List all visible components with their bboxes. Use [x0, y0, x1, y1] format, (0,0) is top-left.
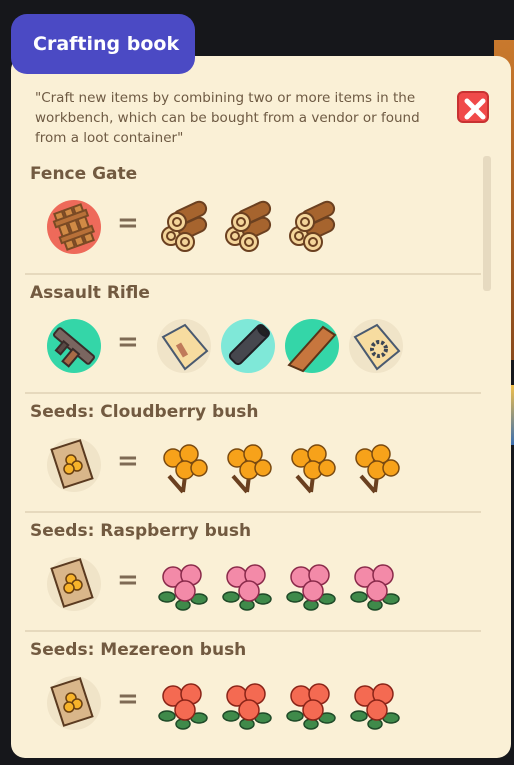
seed-packet-icon	[45, 555, 103, 613]
cloudberry-icon	[219, 436, 277, 494]
mezereon-icon	[283, 674, 341, 732]
cloudberry-icon	[283, 436, 341, 494]
cloudberry-icon	[155, 436, 213, 494]
rifle-blueprint-icon	[155, 317, 213, 375]
seed-packet-icon	[45, 436, 103, 494]
recipe-seeds-mezereon[interactable]: Seeds: Mezereon bush =	[25, 632, 481, 749]
recipe-seeds-cloudberry[interactable]: Seeds: Cloudberry bush =	[25, 394, 481, 513]
recipe-name: Assault Rifle	[30, 283, 150, 303]
recipe-name: Fence Gate	[30, 164, 138, 184]
mezereon-icon	[347, 674, 405, 732]
recipe-fence-gate[interactable]: Fence Gate =	[25, 156, 481, 275]
cloudberry-icon	[347, 436, 405, 494]
recipe-seeds-raspberry[interactable]: Seeds: Raspberry bush =	[25, 513, 481, 632]
close-icon	[464, 98, 486, 120]
close-button[interactable]	[457, 91, 489, 123]
scrollbar[interactable]	[483, 156, 491, 291]
recipe-name: Seeds: Cloudberry bush	[30, 402, 259, 422]
equals-sign: =	[117, 327, 139, 357]
assault-rifle-icon	[45, 317, 103, 375]
mezereon-icon	[219, 674, 277, 732]
equals-sign: =	[117, 208, 139, 238]
log-icon	[219, 198, 277, 256]
log-icon	[283, 198, 341, 256]
log-icon	[155, 198, 213, 256]
raspberry-icon	[283, 555, 341, 613]
recipe-name: Seeds: Raspberry bush	[30, 521, 252, 541]
recipe-assault-rifle[interactable]: Assault Rifle =	[25, 275, 481, 394]
raspberry-icon	[155, 555, 213, 613]
raspberry-icon	[347, 555, 405, 613]
crafting-book-title: Crafting book	[11, 14, 195, 74]
fence-gate-icon	[45, 198, 103, 256]
raspberry-icon	[219, 555, 277, 613]
equals-sign: =	[117, 446, 139, 476]
recipe-list: Fence Gate = Assault Rifle = Seeds: Clou…	[25, 156, 481, 749]
mezereon-icon	[155, 674, 213, 732]
seed-packet-icon	[45, 674, 103, 732]
gear-blueprint-icon	[347, 317, 405, 375]
equals-sign: =	[117, 684, 139, 714]
rifle-stock-icon	[283, 317, 341, 375]
recipe-name: Seeds: Mezereon bush	[30, 640, 247, 660]
barrel-icon	[219, 317, 277, 375]
equals-sign: =	[117, 565, 139, 595]
crafting-description: "Craft new items by combining two or mor…	[35, 90, 420, 146]
crafting-book-panel: "Craft new items by combining two or mor…	[11, 56, 511, 758]
